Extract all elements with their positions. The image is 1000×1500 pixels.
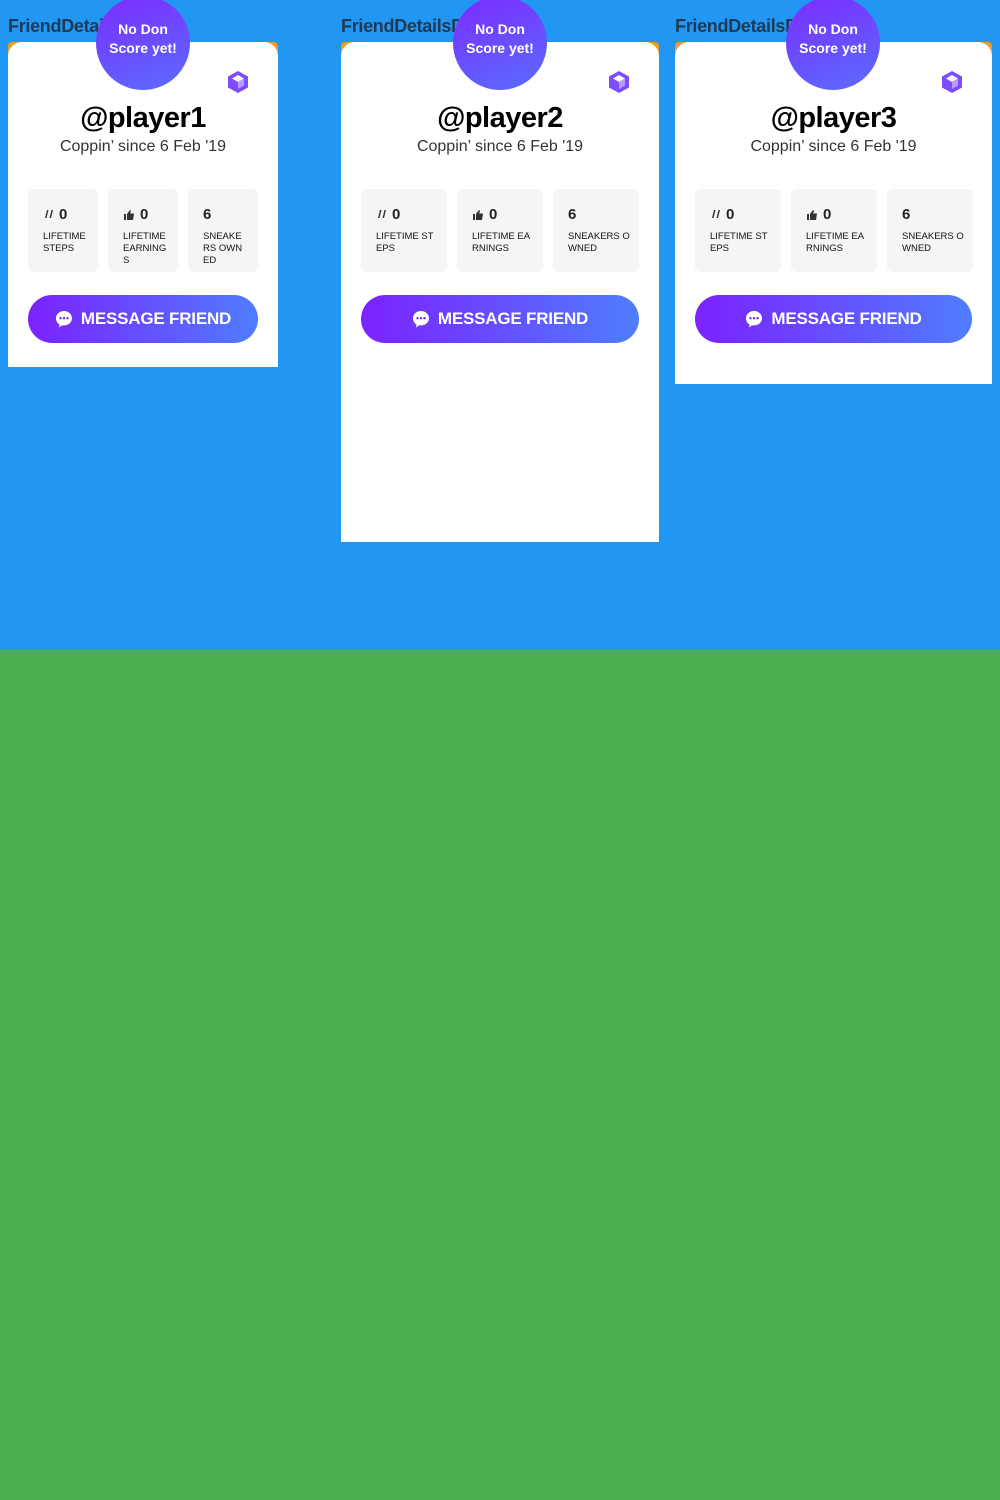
- stat-label: LIFETIME STEPS: [43, 231, 86, 254]
- cube-icon: [609, 71, 629, 93]
- friend-card: @player2 Coppin’ since 6 Feb '19 0 LIFET…: [341, 42, 659, 542]
- stat-value: 0: [392, 205, 401, 223]
- stat-value: 0: [59, 205, 68, 223]
- stat-lifetime-earnings: 0 LIFETIME EARNINGS: [791, 189, 877, 272]
- footsteps-icon: [45, 210, 53, 218]
- stat-lifetime-steps: 0 LIFETIME STEPS: [361, 189, 447, 272]
- column-label: FriendDetailsD: [675, 16, 798, 36]
- cube-icon: [228, 71, 248, 93]
- message-friend-label: MESSAGE FRIEND: [80, 309, 232, 328]
- bottom-area: [0, 650, 1000, 1500]
- footsteps-icon: [712, 210, 720, 218]
- stats-row: 0 LIFETIME STEPS 0 LIFETIME EARNINGS 6 S…: [361, 189, 639, 272]
- stat-lifetime-earnings: 0 LIFETIME EARNINGS: [108, 189, 178, 272]
- friend-card: @player3 Coppin’ since 6 Feb '19 0 LIFET…: [675, 42, 992, 384]
- message-friend-button[interactable]: MESSAGE FRIEND: [28, 295, 258, 343]
- username: @player2: [437, 102, 563, 134]
- stat-label: LIFETIME EARNINGS: [123, 231, 167, 266]
- member-since: Coppin’ since 6 Feb '19: [59, 138, 227, 155]
- stat-label: LIFETIME EARNINGS: [806, 231, 865, 254]
- message-friend-label: MESSAGE FRIEND: [437, 309, 589, 328]
- message-friend-button[interactable]: MESSAGE FRIEND: [695, 295, 972, 343]
- thumbs-up-icon: [473, 209, 483, 220]
- message-friend-label: MESSAGE FRIEND: [771, 309, 922, 328]
- don-score-badge: No Don Score yet!: [96, 0, 190, 90]
- message-friend-button[interactable]: MESSAGE FRIEND: [361, 295, 639, 343]
- badge-line-2: Score yet!: [109, 40, 177, 56]
- footsteps-icon: [378, 210, 386, 218]
- member-since: Coppin’ since 6 Feb '19: [750, 138, 917, 155]
- column-label: FriendDetailsD: [341, 16, 464, 36]
- stat-value: 6: [203, 205, 212, 223]
- stats-row: 0 LIFETIME STEPS 0 LIFETIME EARNINGS 6 S…: [28, 189, 258, 272]
- stat-label: LIFETIME EARNINGS: [472, 231, 531, 254]
- stat-label: SNEAKERS OWNED: [568, 231, 630, 254]
- cube-icon: [942, 71, 962, 93]
- badge-line-2: Score yet!: [799, 40, 867, 56]
- stat-value: 0: [823, 205, 832, 223]
- stat-lifetime-steps: 0 LIFETIME STEPS: [28, 189, 98, 272]
- stat-value: 0: [489, 205, 498, 223]
- stats-row: 0 LIFETIME STEPS 0 LIFETIME EARNINGS 6 S…: [695, 189, 973, 272]
- stat-value: 6: [568, 205, 577, 223]
- badge-line-1: No Don: [475, 21, 525, 37]
- stat-label: LIFETIME STEPS: [710, 231, 768, 254]
- stat-sneakers-owned: 6 SNEAKERS OWNED: [188, 189, 258, 272]
- stat-lifetime-earnings: 0 LIFETIME EARNINGS: [457, 189, 543, 272]
- badge-line-1: No Don: [808, 21, 858, 37]
- username: @player1: [80, 102, 206, 134]
- chat-bubble-icon: [412, 311, 429, 328]
- badge-line-1: No Don: [118, 21, 168, 37]
- column-label: FriendDetai: [8, 16, 104, 36]
- stat-value: 0: [140, 205, 149, 223]
- stat-label: SNEAKERS OWNED: [203, 231, 243, 266]
- stat-label: LIFETIME STEPS: [376, 231, 434, 254]
- stat-sneakers-owned: 6 SNEAKERS OWNED: [553, 189, 639, 272]
- stat-sneakers-owned: 6 SNEAKERS OWNED: [887, 189, 973, 272]
- don-score-badge: No Don Score yet!: [453, 0, 547, 90]
- don-score-badge: No Don Score yet!: [786, 0, 880, 90]
- stat-value: 6: [902, 205, 911, 223]
- thumbs-up-icon: [807, 209, 817, 220]
- chat-bubble-icon: [746, 311, 763, 328]
- thumbs-up-icon: [124, 209, 134, 220]
- friend-card: @player1 Coppin’ since 6 Feb '19 0 LIFET…: [8, 42, 278, 367]
- username: @player3: [770, 102, 897, 134]
- chat-bubble-icon: [55, 311, 72, 328]
- stat-label: SNEAKERS OWNED: [902, 231, 964, 254]
- stat-lifetime-steps: 0 LIFETIME STEPS: [695, 189, 781, 272]
- badge-line-2: Score yet!: [466, 40, 534, 56]
- member-since: Coppin’ since 6 Feb '19: [416, 138, 584, 155]
- stat-value: 0: [726, 205, 735, 223]
